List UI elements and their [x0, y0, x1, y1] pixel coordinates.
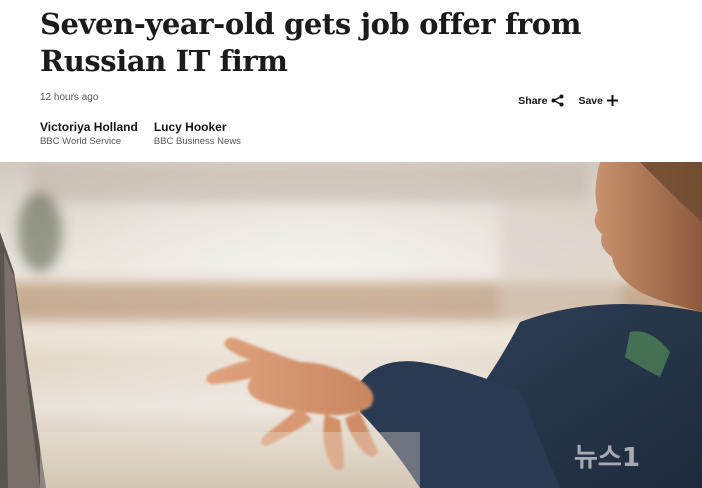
share-button-label: Share [518, 94, 548, 107]
author-organization: BBC Business News [153, 136, 241, 147]
author-name[interactable]: Victoriya Holland [40, 120, 138, 135]
plus-icon [607, 95, 618, 106]
share-button[interactable]: Share [518, 94, 564, 107]
author-byline: Lucy Hooker BBC Business News [154, 120, 241, 148]
watermark-logo: 뉴스1 [574, 443, 640, 473]
share-icon [551, 94, 564, 107]
watermark-text: 뉴스1 [574, 443, 640, 473]
article-bylines: Victoriya Holland BBC World Service Lucy… [40, 120, 241, 148]
article-timestamp: 12 hours ago [40, 92, 99, 103]
author-organization: BBC World Service [40, 136, 122, 147]
article-actions: Share Save [518, 94, 618, 107]
save-button[interactable]: Save [578, 95, 618, 107]
save-button-label: Save [578, 94, 603, 107]
hero-image: 뉴스1 [0, 162, 702, 488]
article-headline: Seven-year-old gets job offer from Russi… [40, 7, 582, 78]
author-name[interactable]: Lucy Hooker [154, 120, 241, 135]
author-byline: Victoriya Holland BBC World Service [40, 120, 138, 148]
